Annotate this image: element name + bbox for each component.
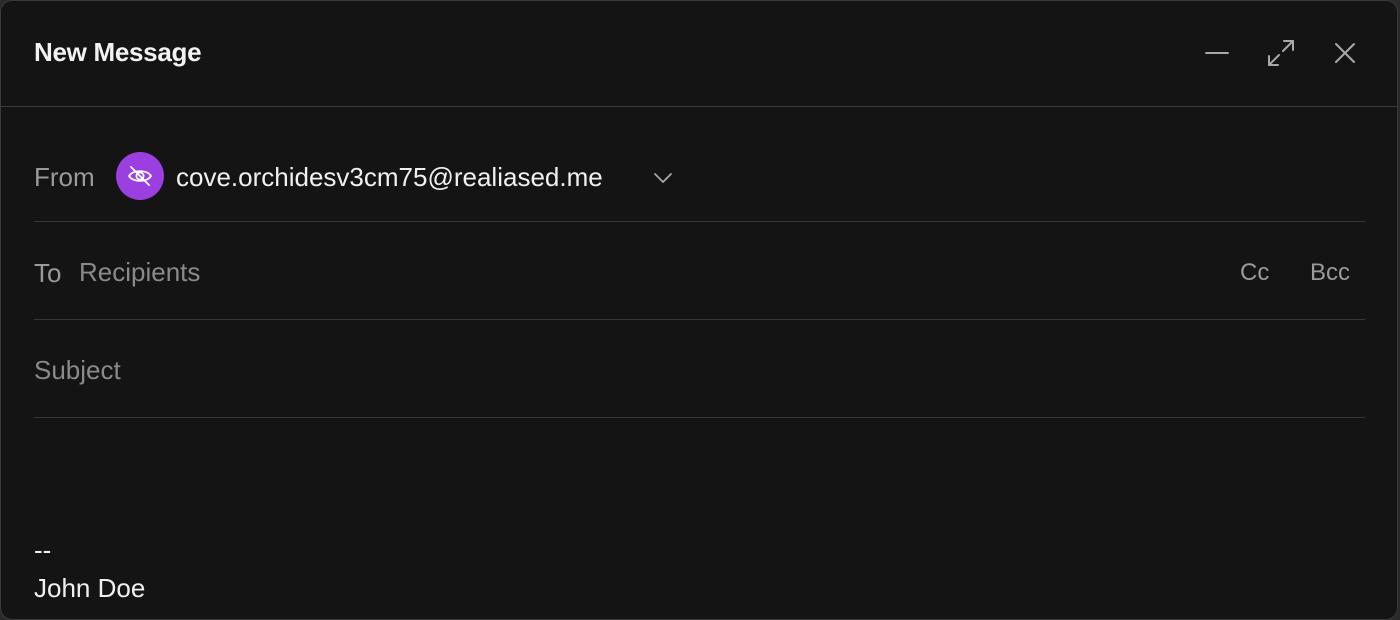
subject-input[interactable] — [34, 348, 1334, 392]
cc-button[interactable]: Cc — [1240, 259, 1269, 287]
subject-row — [34, 320, 1365, 418]
expand-button[interactable] — [1263, 35, 1299, 71]
from-row: From cove.orchidesv3cm75@realiased.me — [34, 107, 1365, 222]
close-button[interactable] — [1327, 35, 1363, 71]
compose-titlebar: New Message — [1, 1, 1397, 107]
from-address[interactable]: cove.orchidesv3cm75@realiased.me — [176, 162, 603, 193]
compose-window: New Message From cove.orchidesv3cm75@rea… — [0, 0, 1398, 620]
window-controls — [1199, 35, 1363, 71]
eye-off-icon — [128, 166, 152, 186]
signature-separator: -- — [34, 535, 52, 565]
chevron-down-icon[interactable] — [652, 167, 674, 189]
alias-avatar[interactable] — [116, 152, 164, 200]
to-label: To — [34, 258, 62, 288]
recipients-input[interactable] — [79, 250, 1179, 294]
window-title: New Message — [34, 37, 202, 67]
message-body[interactable]: -- John Doe — [34, 419, 1364, 619]
expand-icon — [1268, 40, 1294, 66]
close-icon — [1335, 43, 1355, 63]
minimize-icon — [1205, 52, 1229, 54]
to-row: To Cc Bcc — [34, 222, 1365, 320]
signature-name: John Doe — [34, 573, 146, 603]
bcc-button[interactable]: Bcc — [1310, 259, 1350, 287]
from-label: From — [34, 162, 95, 192]
compose-form: From cove.orchidesv3cm75@realiased.me To… — [34, 107, 1365, 418]
minimize-button[interactable] — [1199, 35, 1235, 71]
